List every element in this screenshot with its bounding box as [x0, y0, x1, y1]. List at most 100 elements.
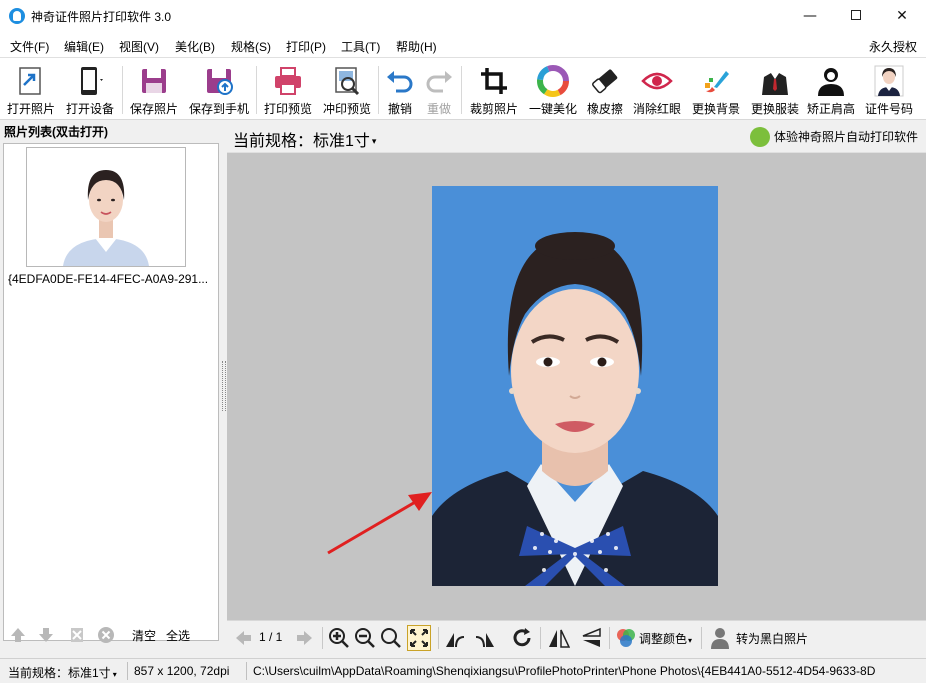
prev-page-icon[interactable]: [233, 627, 253, 649]
zoom-reset-icon[interactable]: [380, 627, 402, 649]
id-photo-icon: [874, 65, 904, 97]
save-to-phone-label: 保存到手机: [188, 102, 249, 116]
canvas-toolbar: 1 / 1 调整颜色▾ 转为黑白照片: [227, 620, 926, 655]
status-divider: [127, 662, 128, 680]
flip-horizontal-icon[interactable]: [548, 627, 570, 649]
develop-preview-label: 冲印预览: [322, 102, 371, 116]
adjust-color-button[interactable]: 调整颜色▾: [639, 630, 692, 647]
fix-shoulder-button[interactable]: 矫正肩高: [805, 58, 857, 120]
zoom-out-icon[interactable]: [354, 627, 376, 649]
maximize-button[interactable]: [833, 0, 879, 32]
status-image-size: 857 x 1200, 72dpi: [134, 664, 230, 678]
menu-help[interactable]: 帮助(H): [396, 38, 437, 55]
toolbar-divider: [540, 627, 541, 649]
change-background-button[interactable]: 更换背景: [687, 58, 745, 120]
app-logo-icon: [9, 8, 25, 24]
printer-icon: [275, 67, 301, 95]
crop-icon: [481, 68, 507, 94]
red-eye-button[interactable]: 消除红眼: [628, 58, 686, 120]
printer-promo-icon: [749, 127, 770, 147]
undo-label: 撤销: [387, 102, 412, 116]
eraser-icon: [592, 69, 618, 94]
menu-view[interactable]: 视图(V): [119, 38, 159, 55]
open-device-button[interactable]: 打开设备: [61, 58, 119, 120]
edited-photo[interactable]: [432, 186, 718, 586]
fit-window-icon[interactable]: [407, 625, 431, 651]
chevron-down-icon: ▾: [112, 670, 117, 679]
select-all-button[interactable]: 全选: [166, 627, 190, 644]
suit-icon: [762, 73, 788, 95]
thumbnail-portrait: [27, 148, 185, 266]
minimize-button[interactable]: —: [787, 0, 833, 32]
photo-filename: {4EDFA0DE-FE14-4FEC-A0A9-291...: [8, 272, 209, 286]
next-page-icon[interactable]: [295, 627, 315, 649]
redo-button[interactable]: 重做: [420, 58, 458, 120]
promo-link[interactable]: 体验神奇照片自动打印软件: [749, 127, 918, 148]
open-photo-icon: [19, 67, 41, 95]
open-photo-button[interactable]: 打开照片: [3, 58, 59, 120]
red-eye-label: 消除红眼: [632, 102, 681, 116]
move-down-icon[interactable]: [37, 626, 55, 644]
chevron-down-icon: ▾: [688, 636, 693, 645]
menu-spec[interactable]: 规格(S): [231, 38, 271, 55]
chevron-down-icon: ▾: [371, 136, 377, 146]
eraser-label: 橡皮擦: [586, 102, 623, 116]
move-up-icon[interactable]: [9, 626, 27, 644]
zoom-in-icon[interactable]: [328, 627, 350, 649]
flip-vertical-icon[interactable]: [580, 627, 602, 649]
develop-preview-button[interactable]: 冲印预览: [318, 58, 376, 120]
clear-button[interactable]: 清空: [132, 627, 156, 644]
crop-button[interactable]: 裁剪照片: [465, 58, 523, 120]
rotate-left-icon[interactable]: [444, 627, 466, 649]
shoulder-icon: [818, 68, 844, 96]
toolbar-divider: [256, 66, 257, 114]
delete-photo-icon[interactable]: [68, 626, 86, 644]
rotate-right-icon[interactable]: [474, 627, 496, 649]
color-circles-icon: [617, 629, 635, 647]
spec-bar: 当前规格：标准1寸 ▾ 体验神奇照片自动打印软件: [227, 121, 926, 153]
person-icon: [711, 628, 729, 649]
toolbar-divider: [122, 66, 123, 114]
toolbar-divider: [461, 66, 462, 114]
open-device-label: 打开设备: [65, 102, 114, 116]
spec-dropdown[interactable]: 当前规格：标准1寸 ▾: [233, 127, 376, 151]
id-number-label: 证件号码: [864, 102, 913, 116]
beautify-button[interactable]: 一键美化: [524, 58, 582, 120]
id-number-button[interactable]: 证件号码: [860, 58, 918, 120]
phone-icon: [81, 67, 103, 95]
status-spec[interactable]: 当前规格：标准1寸 ▾: [8, 664, 117, 681]
red-arrow-annotation: [327, 492, 432, 555]
to-bw-button[interactable]: 转为黑白照片: [736, 630, 808, 647]
undo-button[interactable]: 撤销: [381, 58, 419, 120]
status-bar: 当前规格：标准1寸 ▾ 857 x 1200, 72dpi C:\Users\cu…: [0, 658, 926, 683]
photo-list-header: 照片列表(双击打开): [4, 125, 108, 139]
menu-file[interactable]: 文件(F): [10, 38, 49, 55]
change-background-label: 更换背景: [691, 102, 740, 116]
menu-tools[interactable]: 工具(T): [341, 38, 380, 55]
window-title: 神奇证件照片打印软件 3.0: [31, 10, 172, 24]
status-spec-label: 当前规格：标准1寸: [8, 666, 111, 680]
change-clothes-button[interactable]: 更换服装: [746, 58, 804, 120]
menu-print[interactable]: 打印(P): [286, 38, 326, 55]
save-to-phone-button[interactable]: 保存到手机: [186, 58, 252, 120]
save-photo-button[interactable]: 保存照片: [125, 58, 183, 120]
undo-icon: [387, 71, 413, 93]
menu-bar: 文件(F) 编辑(E) 视图(V) 美化(B) 规格(S) 打印(P) 工具(T…: [0, 32, 926, 58]
eraser-button[interactable]: 橡皮擦: [583, 58, 627, 120]
redo-label: 重做: [426, 102, 451, 116]
photo-thumbnail[interactable]: [26, 147, 186, 267]
menu-edit[interactable]: 编辑(E): [64, 38, 104, 55]
close-button[interactable]: ✕: [879, 0, 925, 32]
save-photo-label: 保存照片: [129, 102, 178, 116]
develop-preview-icon: [335, 67, 360, 96]
photo-list[interactable]: {4EDFA0DE-FE14-4FEC-A0A9-291...: [3, 143, 219, 641]
remove-icon[interactable]: [97, 626, 115, 644]
toolbar-divider: [609, 627, 610, 649]
photo-canvas[interactable]: [227, 153, 926, 620]
open-photo-label: 打开照片: [6, 102, 55, 116]
toolbar-divider: [378, 66, 379, 114]
menu-beautify[interactable]: 美化(B): [175, 38, 215, 55]
toolbar-divider: [701, 627, 702, 649]
refresh-icon[interactable]: [511, 627, 533, 649]
print-preview-button[interactable]: 打印预览: [259, 58, 317, 120]
